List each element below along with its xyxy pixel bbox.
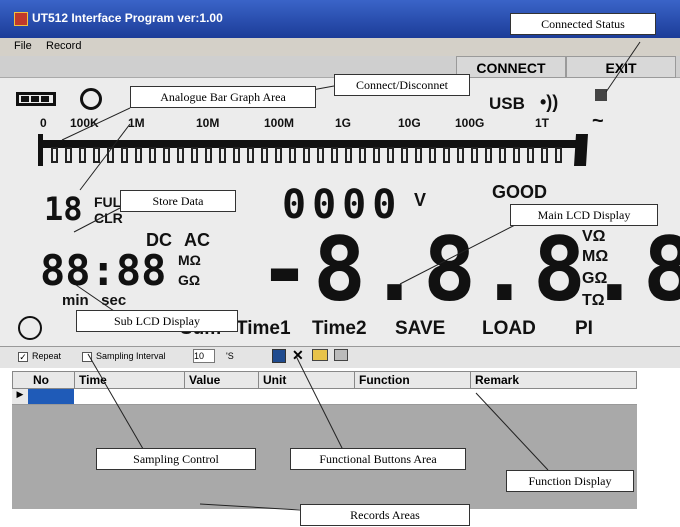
callout-functional-buttons: Functional Buttons Area (290, 448, 466, 470)
callout-sub-lcd: Sub LCD Display (76, 310, 238, 332)
callout-connect-disconnect: Connect/Disconnet (334, 74, 470, 96)
callout-connected-status: Connected Status (510, 13, 656, 35)
callout-records-areas: Records Areas (300, 504, 470, 526)
callout-function-display: Function Display (506, 470, 634, 492)
callout-sampling-control: Sampling Control (96, 448, 256, 470)
callout-bar-graph-area: Analogue Bar Graph Area (130, 86, 316, 108)
callout-store-data: Store Data (120, 190, 236, 212)
callout-main-lcd: Main LCD Display (510, 204, 658, 226)
